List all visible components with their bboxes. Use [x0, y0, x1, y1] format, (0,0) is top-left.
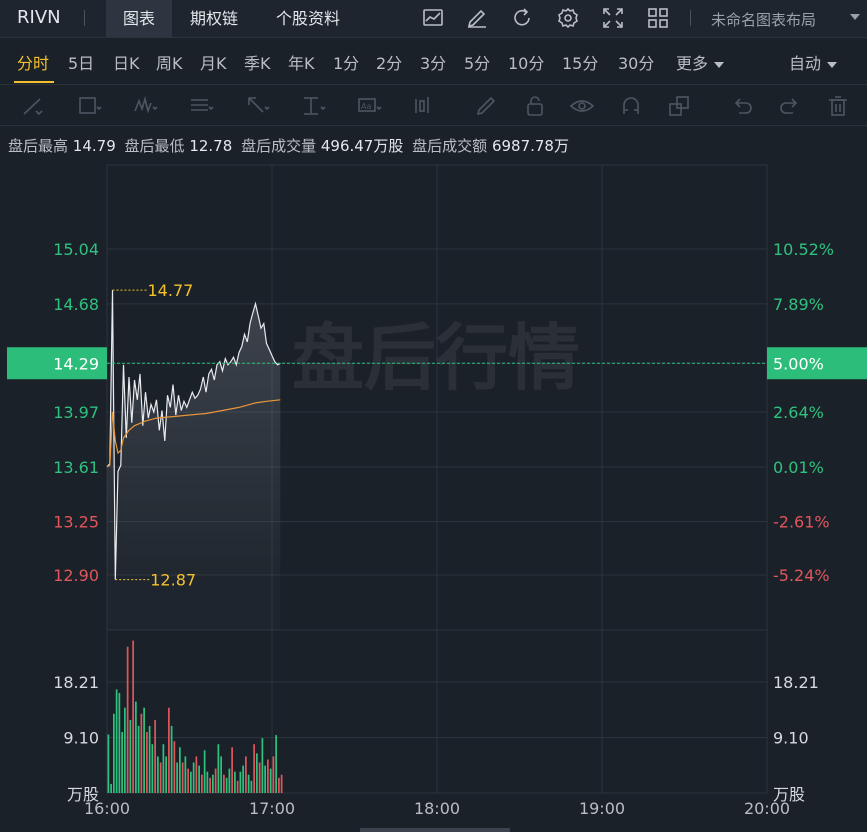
horizontal-scrollbar[interactable]: [360, 828, 510, 832]
volume-bar: [146, 732, 148, 793]
volume-bar: [176, 762, 178, 793]
price-axis-label: 13.61: [53, 458, 99, 477]
volume-bar: [170, 725, 173, 793]
time-axis-label: 18:00: [414, 799, 460, 818]
volume-bar: [121, 732, 123, 793]
volume-bar: [187, 768, 189, 793]
volume-bar: [225, 777, 228, 793]
volume-bar: [179, 747, 181, 793]
pct-axis-label: 0.01%: [773, 458, 824, 477]
volume-bar: [247, 774, 250, 793]
volume-bar: [264, 765, 266, 793]
price-axis-label: 14.68: [53, 295, 99, 314]
volume-bar: [151, 744, 154, 793]
volume-bar: [201, 774, 203, 793]
volume-bar: [234, 771, 236, 793]
pct-axis-label: -2.61%: [773, 513, 830, 532]
time-axis-label: 16:00: [84, 799, 130, 818]
price-axis-label: 13.25: [53, 513, 99, 532]
high-marker-label: 14.77: [148, 281, 194, 300]
price-axis-label: 14.29: [53, 354, 99, 373]
volume-axis-label: 9.10: [63, 729, 99, 748]
volume-bar: [154, 719, 156, 793]
volume-bar: [269, 768, 272, 793]
volume-bar: [250, 780, 253, 793]
volume-bar: [148, 725, 151, 793]
pct-axis-label: 5.00%: [773, 354, 824, 373]
volume-bar: [129, 719, 132, 793]
price-chart[interactable]: 盘后行情 14.77 12.87 15.04 10.52% 14.68 7.89% 14.…: [0, 0, 867, 832]
volume-bar: [137, 725, 140, 793]
low-marker-label: 12.87: [150, 571, 196, 590]
price-axis-label: 12.90: [53, 566, 99, 585]
volume-bar: [192, 762, 195, 793]
volume-bar: [115, 689, 118, 793]
volume-bar: [258, 762, 261, 793]
pct-axis-label: 2.64%: [773, 403, 824, 422]
time-axis-label: 17:00: [249, 799, 295, 818]
volume-bar: [157, 756, 159, 793]
volume-bar: [256, 753, 258, 793]
time-axis-label: 19:00: [579, 799, 625, 818]
volume-bar: [126, 646, 129, 793]
pct-axis-label: 10.52%: [773, 240, 834, 259]
volume-bar: [140, 713, 143, 793]
volume-bar: [198, 765, 200, 793]
volume-bar: [135, 701, 137, 793]
time-axis-label: 20:00: [744, 799, 790, 818]
volume-bar: [267, 759, 269, 793]
volume-bar: [214, 768, 217, 793]
volume-bar: [209, 777, 211, 793]
volume-bar: [212, 774, 214, 793]
volume-bar: [162, 744, 165, 793]
volume-bar: [220, 756, 222, 793]
volume-bar: [253, 744, 255, 793]
volume-bar: [181, 762, 184, 793]
volume-bar: [203, 750, 206, 793]
volume-bar: [113, 713, 115, 793]
volume-bar: [280, 774, 283, 793]
volume-bar: [132, 640, 134, 793]
volume-bar: [217, 744, 220, 793]
volume-bar: [173, 741, 176, 793]
volume-bar: [159, 762, 162, 793]
volume-bar: [195, 756, 198, 793]
volume-bar: [239, 771, 242, 793]
price-axis-label: 13.97: [53, 403, 99, 422]
volume-bar: [143, 707, 145, 793]
volume-bar: [107, 734, 110, 793]
price-area-fill: [107, 290, 281, 580]
volume-bar: [190, 771, 192, 793]
volume-bar: [124, 707, 126, 793]
volume-bar: [110, 783, 112, 793]
volume-bar: [245, 756, 247, 793]
volume-axis-label-right: 9.10: [773, 729, 809, 748]
volume-axis-label-right: 18.21: [773, 673, 819, 692]
volume-bar: [168, 707, 170, 793]
volume-bar: [278, 777, 280, 793]
volume-bar: [118, 693, 121, 793]
volume-bars: [107, 640, 283, 793]
volume-bar: [272, 756, 275, 793]
volume-bar: [242, 765, 244, 793]
watermark: 盘后行情: [292, 316, 580, 400]
volume-bar: [228, 768, 231, 793]
volume-bar: [184, 756, 187, 793]
volume-bar: [206, 771, 209, 793]
volume-bar: [236, 780, 239, 793]
price-axis-label: 15.04: [53, 240, 99, 259]
volume-bar: [165, 756, 167, 793]
volume-bar: [275, 735, 277, 793]
volume-bar: [223, 774, 225, 793]
volume-bar: [261, 738, 264, 793]
pct-axis-label: -5.24%: [773, 566, 830, 585]
volume-axis-label: 18.21: [53, 673, 99, 692]
pct-axis-label: 7.89%: [773, 295, 824, 314]
volume-bar: [231, 747, 233, 793]
